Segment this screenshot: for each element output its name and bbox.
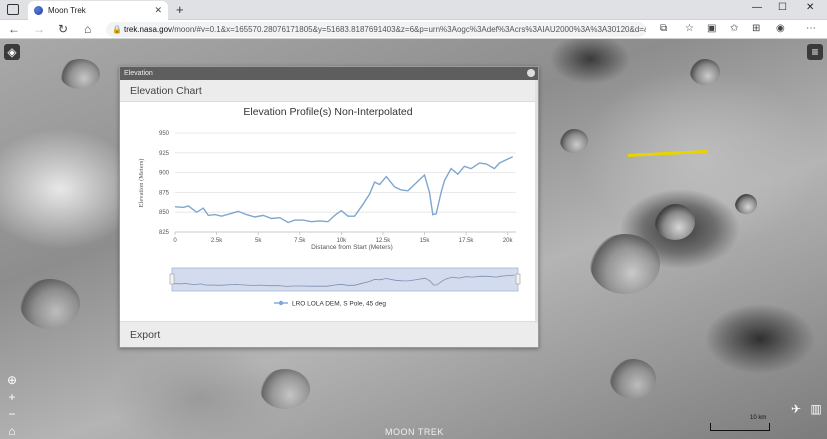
chart-grid: 825 850 875 900 925 950 0 2.5k 5k 7.5k 10k 12.5k 15k…: [159, 131, 516, 244]
export-section-header[interactable]: Export: [120, 321, 538, 347]
panel-scrollbar[interactable]: [535, 80, 538, 323]
x-tick-label: 7.5k: [294, 238, 306, 244]
crater: [690, 59, 720, 85]
zoom-out-icon[interactable]: −: [4, 406, 20, 422]
y-axis-label: Elevation (Meters): [138, 159, 145, 208]
split-screen-icon[interactable]: ▣: [707, 23, 716, 34]
x-tick-label: 0: [173, 238, 177, 244]
elevation-chart: Elevation Profile(s) Non-Interpolated El…: [138, 106, 521, 308]
fly-to-icon[interactable]: ✈: [788, 401, 804, 417]
globe-icon[interactable]: ⊕: [4, 372, 20, 388]
x-tick-label: 10k: [336, 238, 347, 244]
crater: [590, 234, 660, 294]
chart-range-navigator[interactable]: [169, 267, 521, 292]
legend-marker: [278, 300, 284, 306]
scale-bar: [710, 423, 770, 431]
y-tick-label: 950: [159, 131, 170, 137]
url-path: /moon/#v=0.1&x=165570.28076171805&y=5168…: [172, 25, 646, 34]
panel-title: Elevation: [124, 70, 153, 77]
crater: [610, 359, 656, 399]
scale-label: 10 km: [750, 415, 767, 421]
address-bar[interactable]: 🔒 trek.nasa.gov/moon/#v=0.1&x=165570.280…: [106, 22, 646, 37]
legend-series-name: LRO LOLA DEM, S Pole, 45 deg: [292, 301, 386, 308]
menu-icon[interactable]: ≡: [807, 44, 823, 60]
panel-close-icon[interactable]: [527, 69, 535, 77]
x-tick-label: 2.5k: [211, 238, 223, 244]
elevation-chart-label: Elevation Chart: [130, 84, 202, 97]
elevation-chart-section-header[interactable]: Elevation Chart: [120, 80, 538, 102]
favorite-star-icon[interactable]: ☆: [685, 23, 694, 34]
crater: [655, 204, 695, 240]
browser-tab-active[interactable]: Moon Trek ✕: [28, 1, 168, 20]
back-arrow-icon[interactable]: ←: [8, 22, 20, 36]
x-tick-label: 12.5k: [376, 238, 392, 244]
crater: [560, 129, 588, 153]
chart-plot-area: [174, 156, 513, 224]
more-options-icon[interactable]: ⋯: [806, 23, 816, 34]
elevation-profile-path[interactable]: [627, 149, 708, 157]
y-tick-label: 825: [159, 230, 170, 236]
layers-icon[interactable]: ◈: [4, 44, 20, 60]
x-axis-label: Distance from Start (Meters): [311, 244, 393, 251]
x-tick-label: 15k: [420, 238, 431, 244]
x-tick-label: 5k: [255, 238, 262, 244]
crater: [735, 194, 757, 214]
extensions-icon[interactable]: ⧉: [660, 23, 667, 34]
chart-title: Elevation Profile(s) Non-Interpolated: [243, 106, 412, 118]
refresh-icon[interactable]: ↻: [58, 22, 68, 36]
navigator-left-handle: [169, 273, 175, 285]
crater: [20, 279, 80, 329]
y-tick-label: 925: [159, 151, 170, 157]
favorites-icon[interactable]: ✩: [730, 23, 738, 34]
home-view-icon[interactable]: ⌂: [4, 423, 20, 439]
maximize-icon[interactable]: ☐: [778, 2, 787, 13]
chart-legend[interactable]: LRO LOLA DEM, S Pole, 45 deg: [274, 301, 386, 308]
map-controls-icon[interactable]: ▥: [808, 401, 824, 417]
y-tick-label: 850: [159, 210, 170, 216]
panel-titlebar[interactable]: Elevation: [120, 67, 538, 80]
new-tab-icon[interactable]: +: [176, 2, 184, 17]
browser-toolbar: ← → ↻ ⌂ 🔒 trek.nasa.gov/moon/#v=0.1&x=16…: [0, 20, 827, 39]
moon-trek-favicon-icon: [34, 6, 43, 15]
y-tick-label: 900: [159, 171, 170, 177]
x-tick-label: 17.5k: [459, 238, 475, 244]
browser-tab-strip: Moon Trek ✕ + — ☐ ✕: [0, 0, 827, 20]
navigator-right-handle: [515, 273, 521, 285]
profile-avatar-icon[interactable]: ◉: [776, 23, 785, 34]
collections-icon[interactable]: ⊞: [752, 23, 760, 34]
tab-title: Moon Trek: [48, 6, 86, 15]
tab-actions-icon[interactable]: [7, 4, 19, 15]
elevation-series-line: [174, 156, 513, 224]
home-icon[interactable]: ⌂: [84, 22, 91, 36]
minimize-icon[interactable]: —: [752, 2, 762, 13]
crater: [60, 59, 100, 89]
moon-trek-brand: MOON TREK: [385, 427, 444, 437]
close-tab-icon[interactable]: ✕: [154, 5, 162, 16]
url-domain: trek.nasa.gov: [124, 25, 173, 34]
navigator-selection: [171, 267, 519, 292]
y-tick-label: 875: [159, 190, 170, 196]
lock-icon: 🔒: [112, 25, 122, 34]
x-tick-label: 20k: [503, 238, 514, 244]
forward-arrow-icon[interactable]: →: [33, 22, 45, 36]
elevation-panel: Elevation Elevation Chart Elevation Prof…: [119, 66, 539, 348]
crater: [260, 369, 310, 409]
export-label: Export: [130, 328, 161, 341]
zoom-in-icon[interactable]: +: [4, 389, 20, 405]
close-window-icon[interactable]: ✕: [806, 2, 814, 13]
